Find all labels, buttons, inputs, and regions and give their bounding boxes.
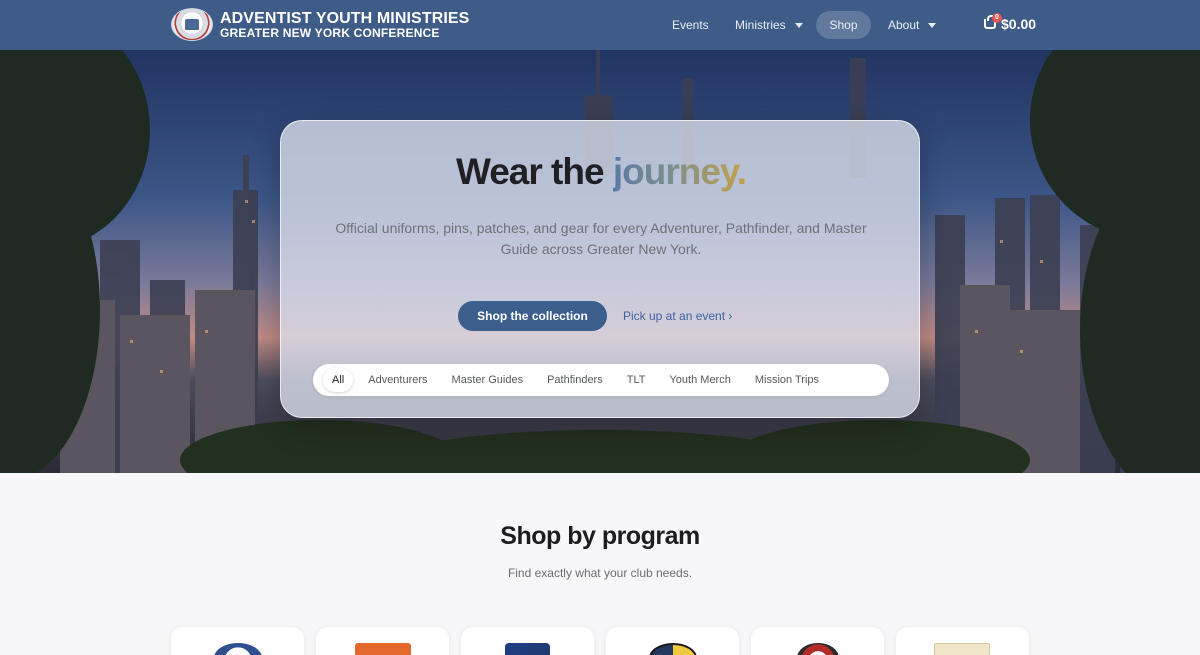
mission-trips-icon bbox=[934, 643, 990, 655]
filter-youth-merch[interactable]: Youth Merch bbox=[660, 368, 739, 392]
hero-title-main: Wear the bbox=[455, 151, 605, 192]
nav-ministries-label: Ministries bbox=[735, 18, 786, 32]
pickup-event-link[interactable]: Pick up at an event › bbox=[623, 309, 732, 323]
chevron-down-icon bbox=[928, 22, 937, 28]
master-guide-badge-icon bbox=[505, 643, 550, 655]
program-card-pathfinders[interactable] bbox=[316, 627, 449, 655]
program-filter-bar: All Adventurers Master Guides Pathfinder… bbox=[313, 364, 889, 396]
pathfinder-badge-icon bbox=[355, 643, 411, 655]
filter-mission-trips[interactable]: Mission Trips bbox=[746, 368, 828, 392]
program-card-tlt[interactable] bbox=[606, 627, 739, 655]
nav-shop-label: Shop bbox=[829, 18, 858, 32]
shop-collection-button[interactable]: Shop the collection bbox=[458, 301, 607, 331]
nav-events-label: Events bbox=[672, 18, 709, 32]
adventurer-badge-icon bbox=[214, 643, 262, 655]
filter-pathfinders[interactable]: Pathfinders bbox=[538, 368, 612, 392]
nav-ministries[interactable]: Ministries bbox=[735, 11, 803, 39]
brand-subtitle[interactable]: GREATER NEW YORK CONFERENCE bbox=[220, 26, 440, 40]
nav-shop[interactable]: Shop bbox=[816, 11, 871, 39]
hero-subtitle: Official uniforms, pins, patches, and ge… bbox=[335, 220, 867, 257]
program-card-master-guides[interactable] bbox=[461, 627, 594, 655]
youth-badge-icon bbox=[797, 643, 839, 655]
nav-events[interactable]: Events bbox=[672, 11, 709, 39]
hero-title-accent: journey. bbox=[612, 151, 747, 192]
chevron-down-icon bbox=[794, 22, 803, 28]
nav-about[interactable]: About bbox=[888, 11, 937, 39]
program-card-youth-merch[interactable] bbox=[751, 627, 884, 655]
program-card-adventurers[interactable] bbox=[171, 627, 304, 655]
conference-logo-icon[interactable] bbox=[171, 8, 213, 41]
nav-about-label: About bbox=[888, 18, 920, 32]
section-title: Shop by program bbox=[500, 522, 700, 550]
filter-tlt[interactable]: TLT bbox=[618, 368, 655, 392]
program-card-mission-trips[interactable] bbox=[896, 627, 1029, 655]
hero-section: Wear the journey. Official uniforms, pin… bbox=[0, 50, 1200, 473]
hero-title: Wear the journey. bbox=[281, 151, 921, 193]
hero-glass-panel: Wear the journey. Official uniforms, pin… bbox=[280, 120, 920, 418]
section-subtitle: Find exactly what your club needs. bbox=[507, 566, 693, 580]
tlt-badge-icon bbox=[649, 643, 697, 655]
cart-total[interactable]: $0.00 bbox=[1001, 16, 1036, 32]
filter-adventurers[interactable]: Adventurers bbox=[359, 368, 436, 392]
filter-all[interactable]: All bbox=[323, 368, 354, 392]
site-header: ADVENTIST YOUTH MINISTRIES GREATER NEW Y… bbox=[0, 0, 1200, 50]
filter-master-guides[interactable]: Master Guides bbox=[443, 368, 533, 392]
